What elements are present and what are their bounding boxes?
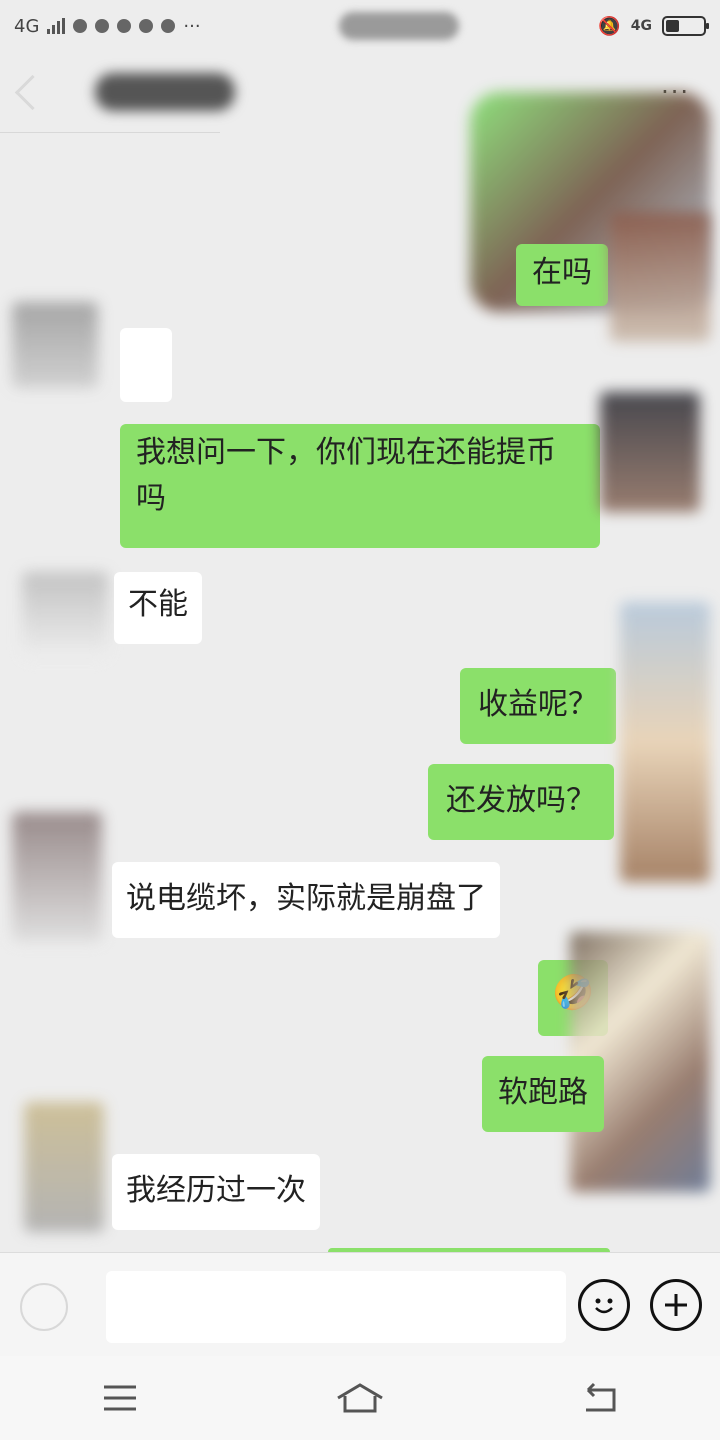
message-bubble-sent[interactable]: 收益呢？: [460, 668, 616, 744]
chat-title-redacted: [95, 73, 235, 111]
back-nav-icon[interactable]: [570, 1378, 630, 1418]
more-dots-icon: ···: [183, 15, 201, 37]
emoji-button[interactable]: [578, 1279, 630, 1331]
back-icon[interactable]: [14, 74, 51, 110]
battery-fill: [665, 20, 679, 32]
voice-icon[interactable]: [20, 1283, 68, 1331]
weibo-icon: [73, 19, 88, 33]
network-type-label-right: 4G: [630, 18, 652, 34]
clock-redacted: [339, 12, 460, 40]
avatar-contact[interactable]: [12, 812, 102, 942]
message-bubble-sent[interactable]: 在吗: [516, 244, 608, 306]
mute-icon: 🔕: [598, 15, 621, 37]
status-right: 🔕 4G: [598, 15, 709, 37]
message-bubble-sent[interactable]: 软跑路: [482, 1056, 604, 1132]
message-bubble-sent[interactable]: 还发放吗？: [428, 764, 614, 840]
message-input[interactable]: [106, 1271, 566, 1343]
avatar-contact[interactable]: [24, 1102, 104, 1232]
chat-area[interactable]: 在吗 我想问一下，你们现在还能提币吗 不能 收益呢？ 还发放吗？ 说电缆坏，实际…: [0, 92, 720, 1258]
avatar-self[interactable]: [620, 602, 710, 882]
message-bubble-received[interactable]: 我经历过一次: [112, 1154, 320, 1230]
message-bubble-received[interactable]: 说电缆坏，实际就是崩盘了: [112, 862, 500, 938]
navigation-bar: [0, 1356, 720, 1440]
status-left: 4G ···: [14, 16, 201, 37]
message-bubble-received[interactable]: 不能: [114, 572, 202, 644]
avatar-contact[interactable]: [12, 302, 98, 388]
avatar-contact[interactable]: [22, 572, 108, 658]
status-bar: 4G ··· 🔕 4G: [0, 0, 720, 52]
home-icon[interactable]: [330, 1378, 390, 1418]
network-type-label: 4G: [14, 15, 40, 37]
smile-icon: [595, 1298, 613, 1314]
signal-icon: [47, 18, 66, 34]
browser-icon: [161, 19, 176, 33]
message-bubble-sent[interactable]: 我想问一下，你们现在还能提币吗: [120, 424, 600, 548]
battery-icon: [661, 16, 709, 36]
avatar-self[interactable]: [610, 212, 710, 342]
plus-icon: [665, 1294, 687, 1316]
menu-icon[interactable]: [90, 1378, 150, 1418]
wechat-icon: [139, 19, 154, 33]
qq-icon: [95, 19, 110, 33]
message-bubble-received[interactable]: [120, 328, 172, 402]
input-bar: [0, 1252, 720, 1356]
avatar-self[interactable]: [600, 392, 700, 512]
missed-call-icon: [117, 19, 132, 33]
plus-button[interactable]: [650, 1279, 702, 1331]
